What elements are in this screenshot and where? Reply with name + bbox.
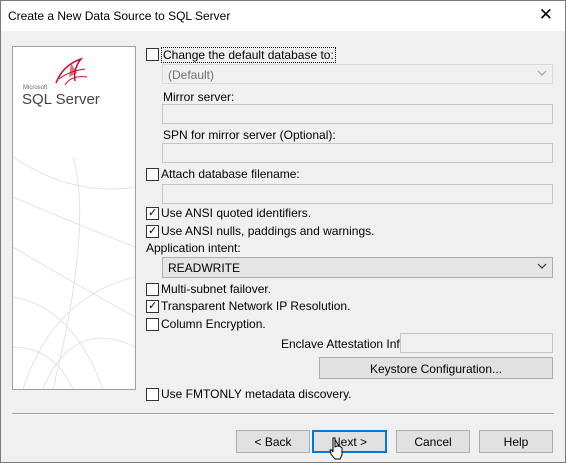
app-intent-value: READWRITE [168,261,240,275]
dialog-window: Create a New Data Source to SQL Server ✕… [0,0,566,463]
spn-input[interactable] [162,143,553,163]
close-icon[interactable]: ✕ [539,5,553,25]
ansi-quoted-label: Use ANSI quoted identifiers. [161,206,312,220]
multisubnet-label: Multi-subnet failover. [161,282,272,296]
change-db-label: Change the default database to: [161,47,336,63]
footer-separator [12,413,554,415]
brand-name: SQL Server [22,91,100,108]
keystore-config-label: Keystore Configuration... [369,362,503,376]
ansi-quoted-checkbox[interactable]: ✓ [146,207,159,220]
attach-db-input[interactable] [162,184,553,204]
default-database-combo[interactable]: (Default) [162,64,553,84]
multisubnet-checkbox[interactable] [146,283,159,296]
window-title: Create a New Data Source to SQL Server [8,9,231,23]
column-encryption-label: Column Encryption. [161,317,266,331]
title-bar: Create a New Data Source to SQL Server ✕ [1,1,565,31]
help-button[interactable]: Help [479,430,553,453]
app-intent-combo[interactable]: READWRITE [162,257,553,278]
attach-db-checkbox[interactable] [146,168,159,181]
back-button[interactable]: < Back [236,430,310,453]
sql-server-banner: Microsoft SQL Server [12,46,136,390]
ansi-nulls-label: Use ANSI nulls, paddings and warnings. [161,224,375,238]
check-icon: ✓ [148,206,158,219]
default-database-value: (Default) [168,68,215,82]
keystore-config-button[interactable]: Keystore Configuration... [319,357,553,379]
cancel-button[interactable]: Cancel [396,430,470,453]
column-encryption-checkbox[interactable] [146,318,159,331]
tnir-label: Transparent Network IP Resolution. [161,299,351,313]
next-button[interactable]: Next > [312,430,387,453]
chevron-down-icon [537,70,547,76]
enclave-label: Enclave Attestation Info: [281,337,410,351]
sql-server-logo-icon [55,57,88,86]
app-intent-label: Application intent: [146,241,241,255]
enclave-input[interactable] [400,333,553,353]
mirror-server-label: Mirror server: [163,90,235,104]
attach-db-label: Attach database filename: [161,167,300,181]
help-label: Help [503,435,529,449]
fmtonly-label: Use FMTONLY metadata discovery. [161,387,352,401]
check-icon: ✓ [148,299,158,312]
chevron-down-icon [537,263,547,269]
change-db-checkbox[interactable] [146,48,159,61]
back-label: < Back [254,435,292,449]
ansi-nulls-checkbox[interactable]: ✓ [146,225,159,238]
mirror-server-input[interactable] [162,104,553,124]
tnir-checkbox[interactable]: ✓ [146,300,159,313]
spn-label: SPN for mirror server (Optional): [163,128,336,142]
mouse-cursor-icon [329,437,343,460]
check-icon: ✓ [148,224,158,237]
fmtonly-checkbox[interactable] [146,388,159,401]
cancel-label: Cancel [414,435,452,449]
